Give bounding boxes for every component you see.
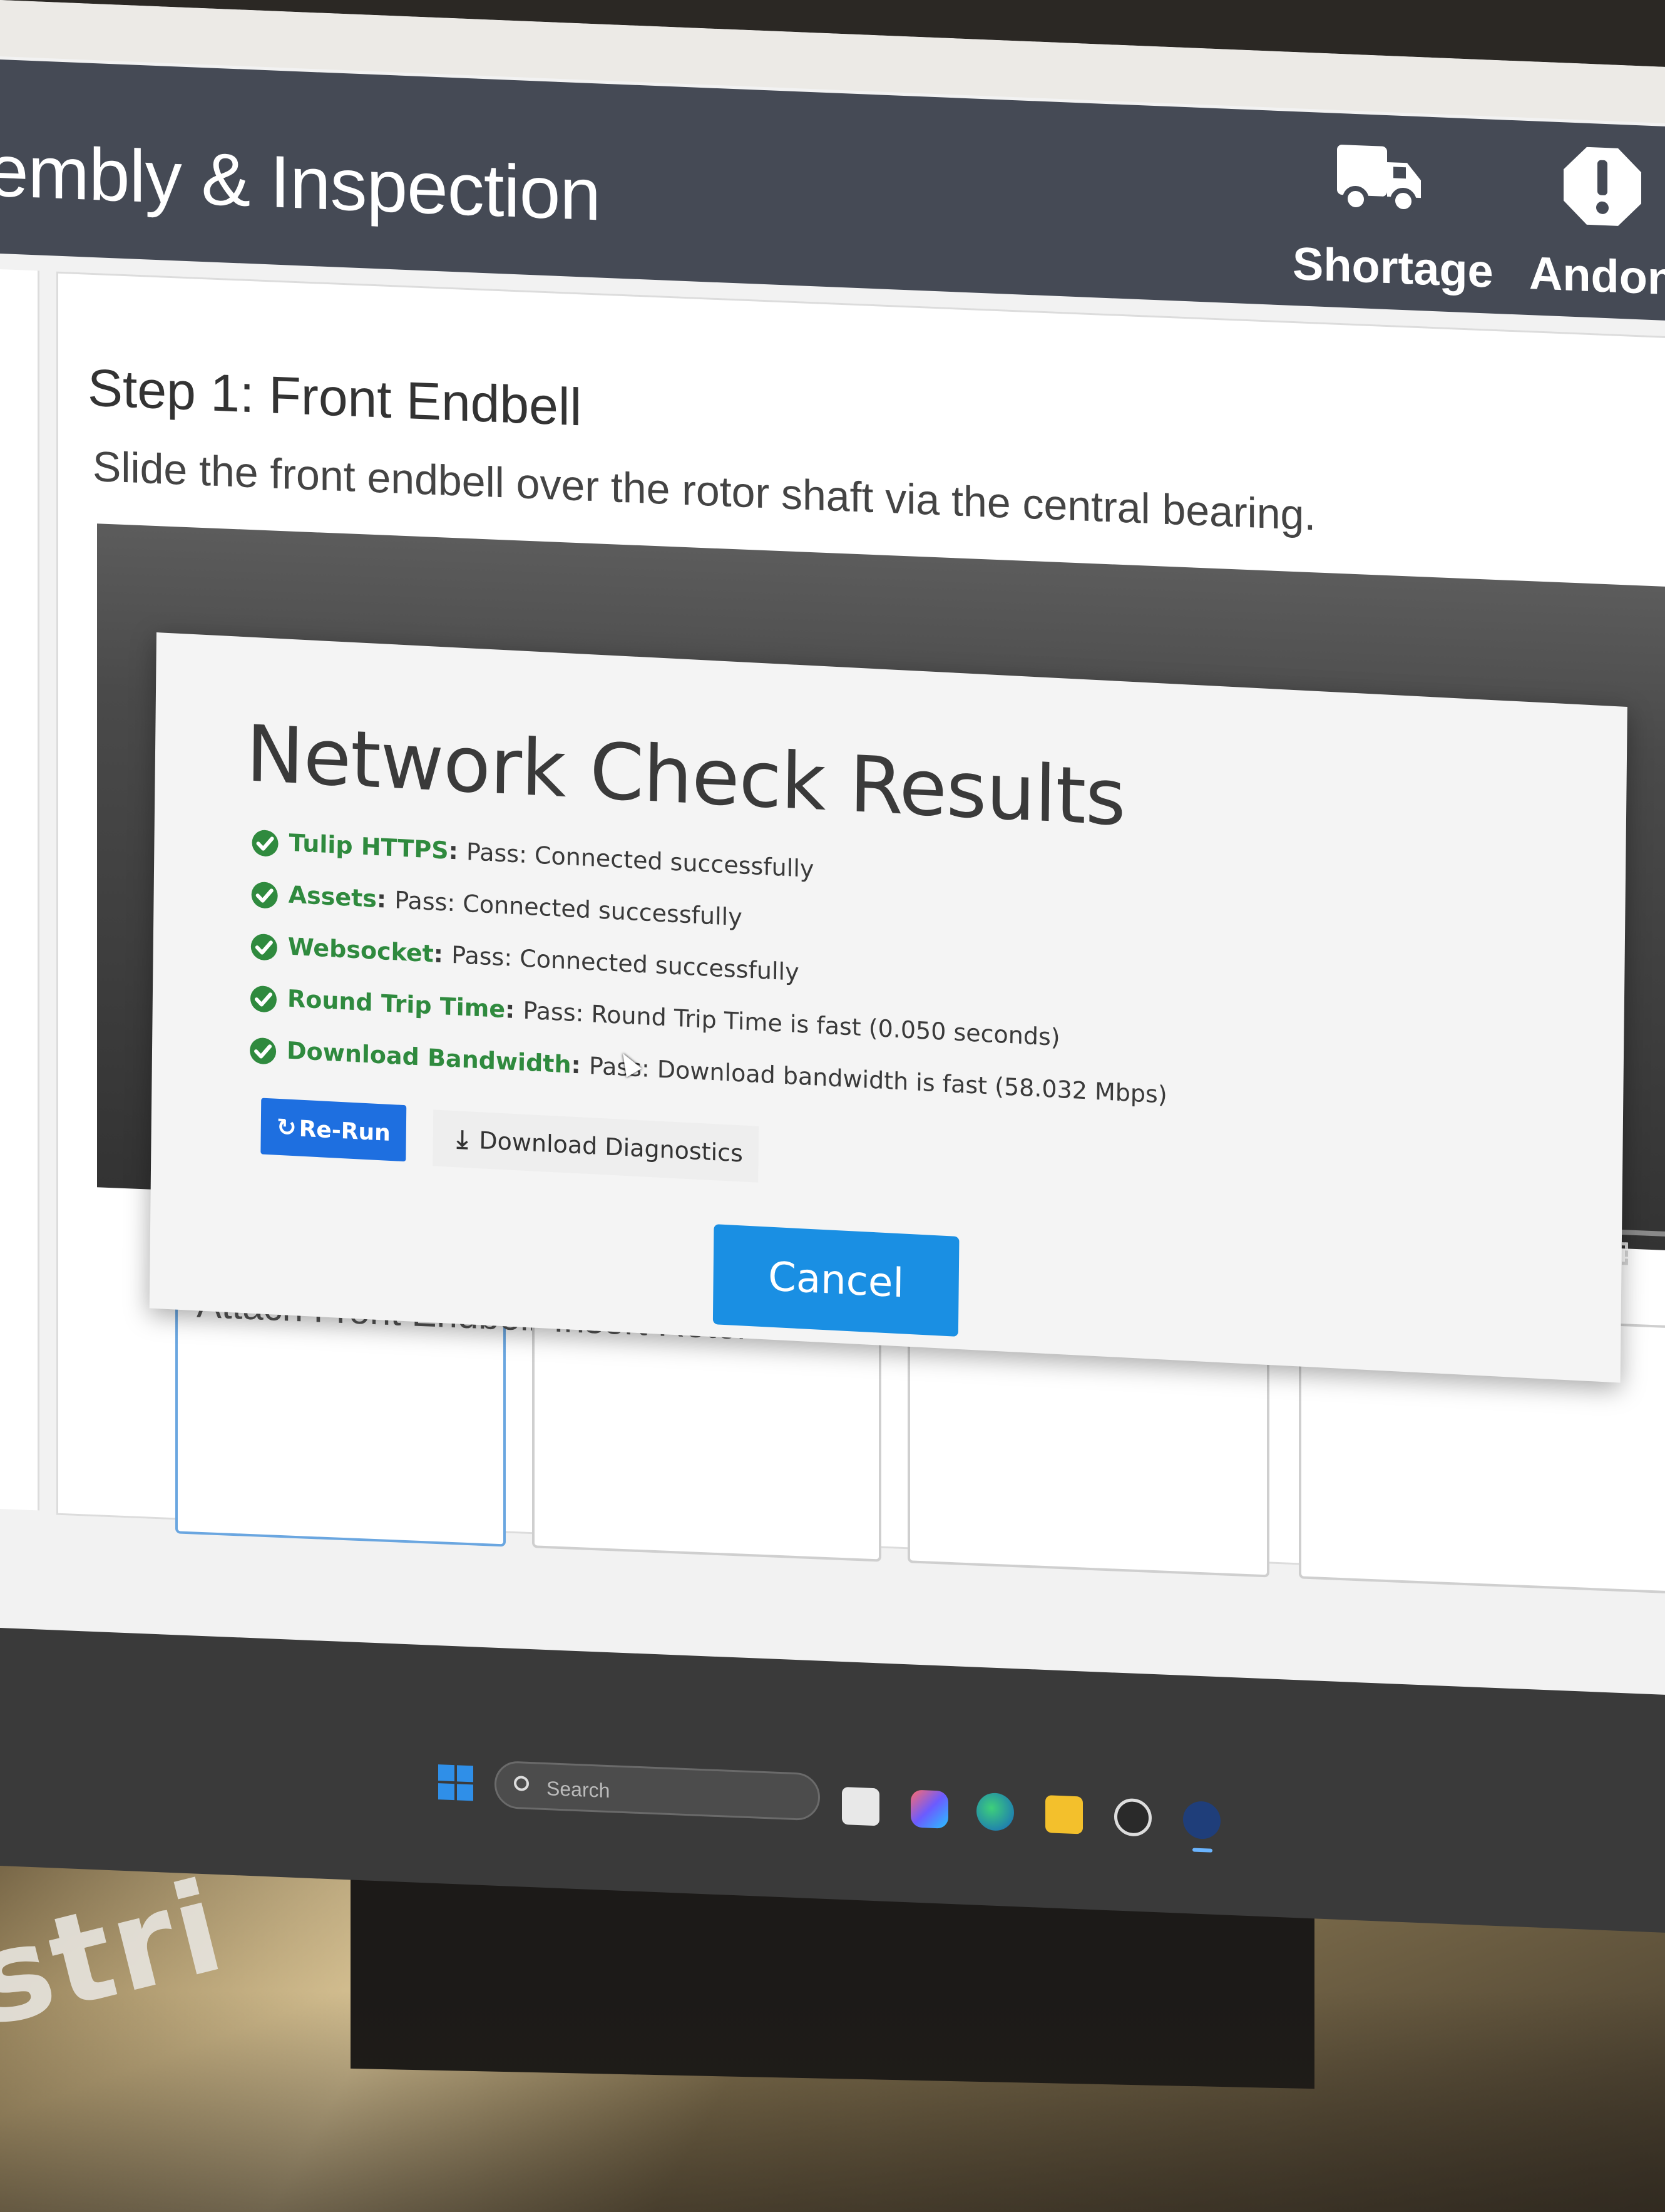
active-app-indicator <box>1192 1848 1212 1853</box>
search-icon <box>514 1775 529 1791</box>
check-circle-icon <box>250 1037 277 1064</box>
check-circle-icon <box>252 830 279 857</box>
shortage-button[interactable]: Shortage <box>1293 130 1493 300</box>
truck-icon <box>1337 145 1421 215</box>
result-name: Tulip HTTPS <box>289 828 449 865</box>
result-message: Pass: Connected successfully <box>466 838 814 883</box>
media-player-icon[interactable] <box>1114 1798 1152 1837</box>
redo-icon: ↻ <box>276 1113 297 1142</box>
network-check-modal: Network Check Results Tulip HTTPS: Pass:… <box>149 632 1627 1383</box>
andon-button[interactable]: Andon <box>1515 139 1665 309</box>
stand-shadow <box>0 1991 1665 2212</box>
exclamation-icon <box>1564 147 1641 226</box>
download-icon: ⤓ <box>456 1124 468 1155</box>
windows-start-icon[interactable] <box>438 1764 473 1801</box>
download-diagnostics-button[interactable]: ⤓ Download Diagnostics <box>433 1109 759 1183</box>
result-name: Websocket <box>287 932 434 968</box>
andon-label: Andon <box>1529 247 1665 305</box>
copilot-icon[interactable] <box>911 1789 948 1829</box>
taskbar-search-input[interactable]: Search <box>494 1760 820 1821</box>
rerun-button[interactable]: ↻Re-Run <box>260 1098 407 1162</box>
task-view-icon[interactable] <box>842 1787 879 1826</box>
shortage-label: Shortage <box>1293 237 1493 297</box>
modal-title: Network Check Results <box>245 709 1126 844</box>
results-list: Tulip HTTPS: Pass: Connected successfull… <box>249 825 1170 1131</box>
check-circle-icon <box>251 882 278 908</box>
edge-browser-icon[interactable] <box>976 1792 1014 1832</box>
result-name: Assets <box>288 880 377 913</box>
file-explorer-icon[interactable] <box>1045 1795 1083 1834</box>
check-circle-icon <box>250 985 277 1012</box>
rerun-label: Re-Run <box>299 1116 391 1146</box>
check-circle-icon <box>250 934 277 960</box>
tulip-app-icon[interactable] <box>1183 1800 1221 1840</box>
cancel-button[interactable]: Cancel <box>712 1224 960 1337</box>
download-diagnostics-label: Download Diagnostics <box>479 1126 744 1168</box>
taskbar-search-placeholder: Search <box>546 1777 610 1803</box>
left-rail <box>0 269 39 1511</box>
app-title: embly & Inspection <box>0 129 600 237</box>
